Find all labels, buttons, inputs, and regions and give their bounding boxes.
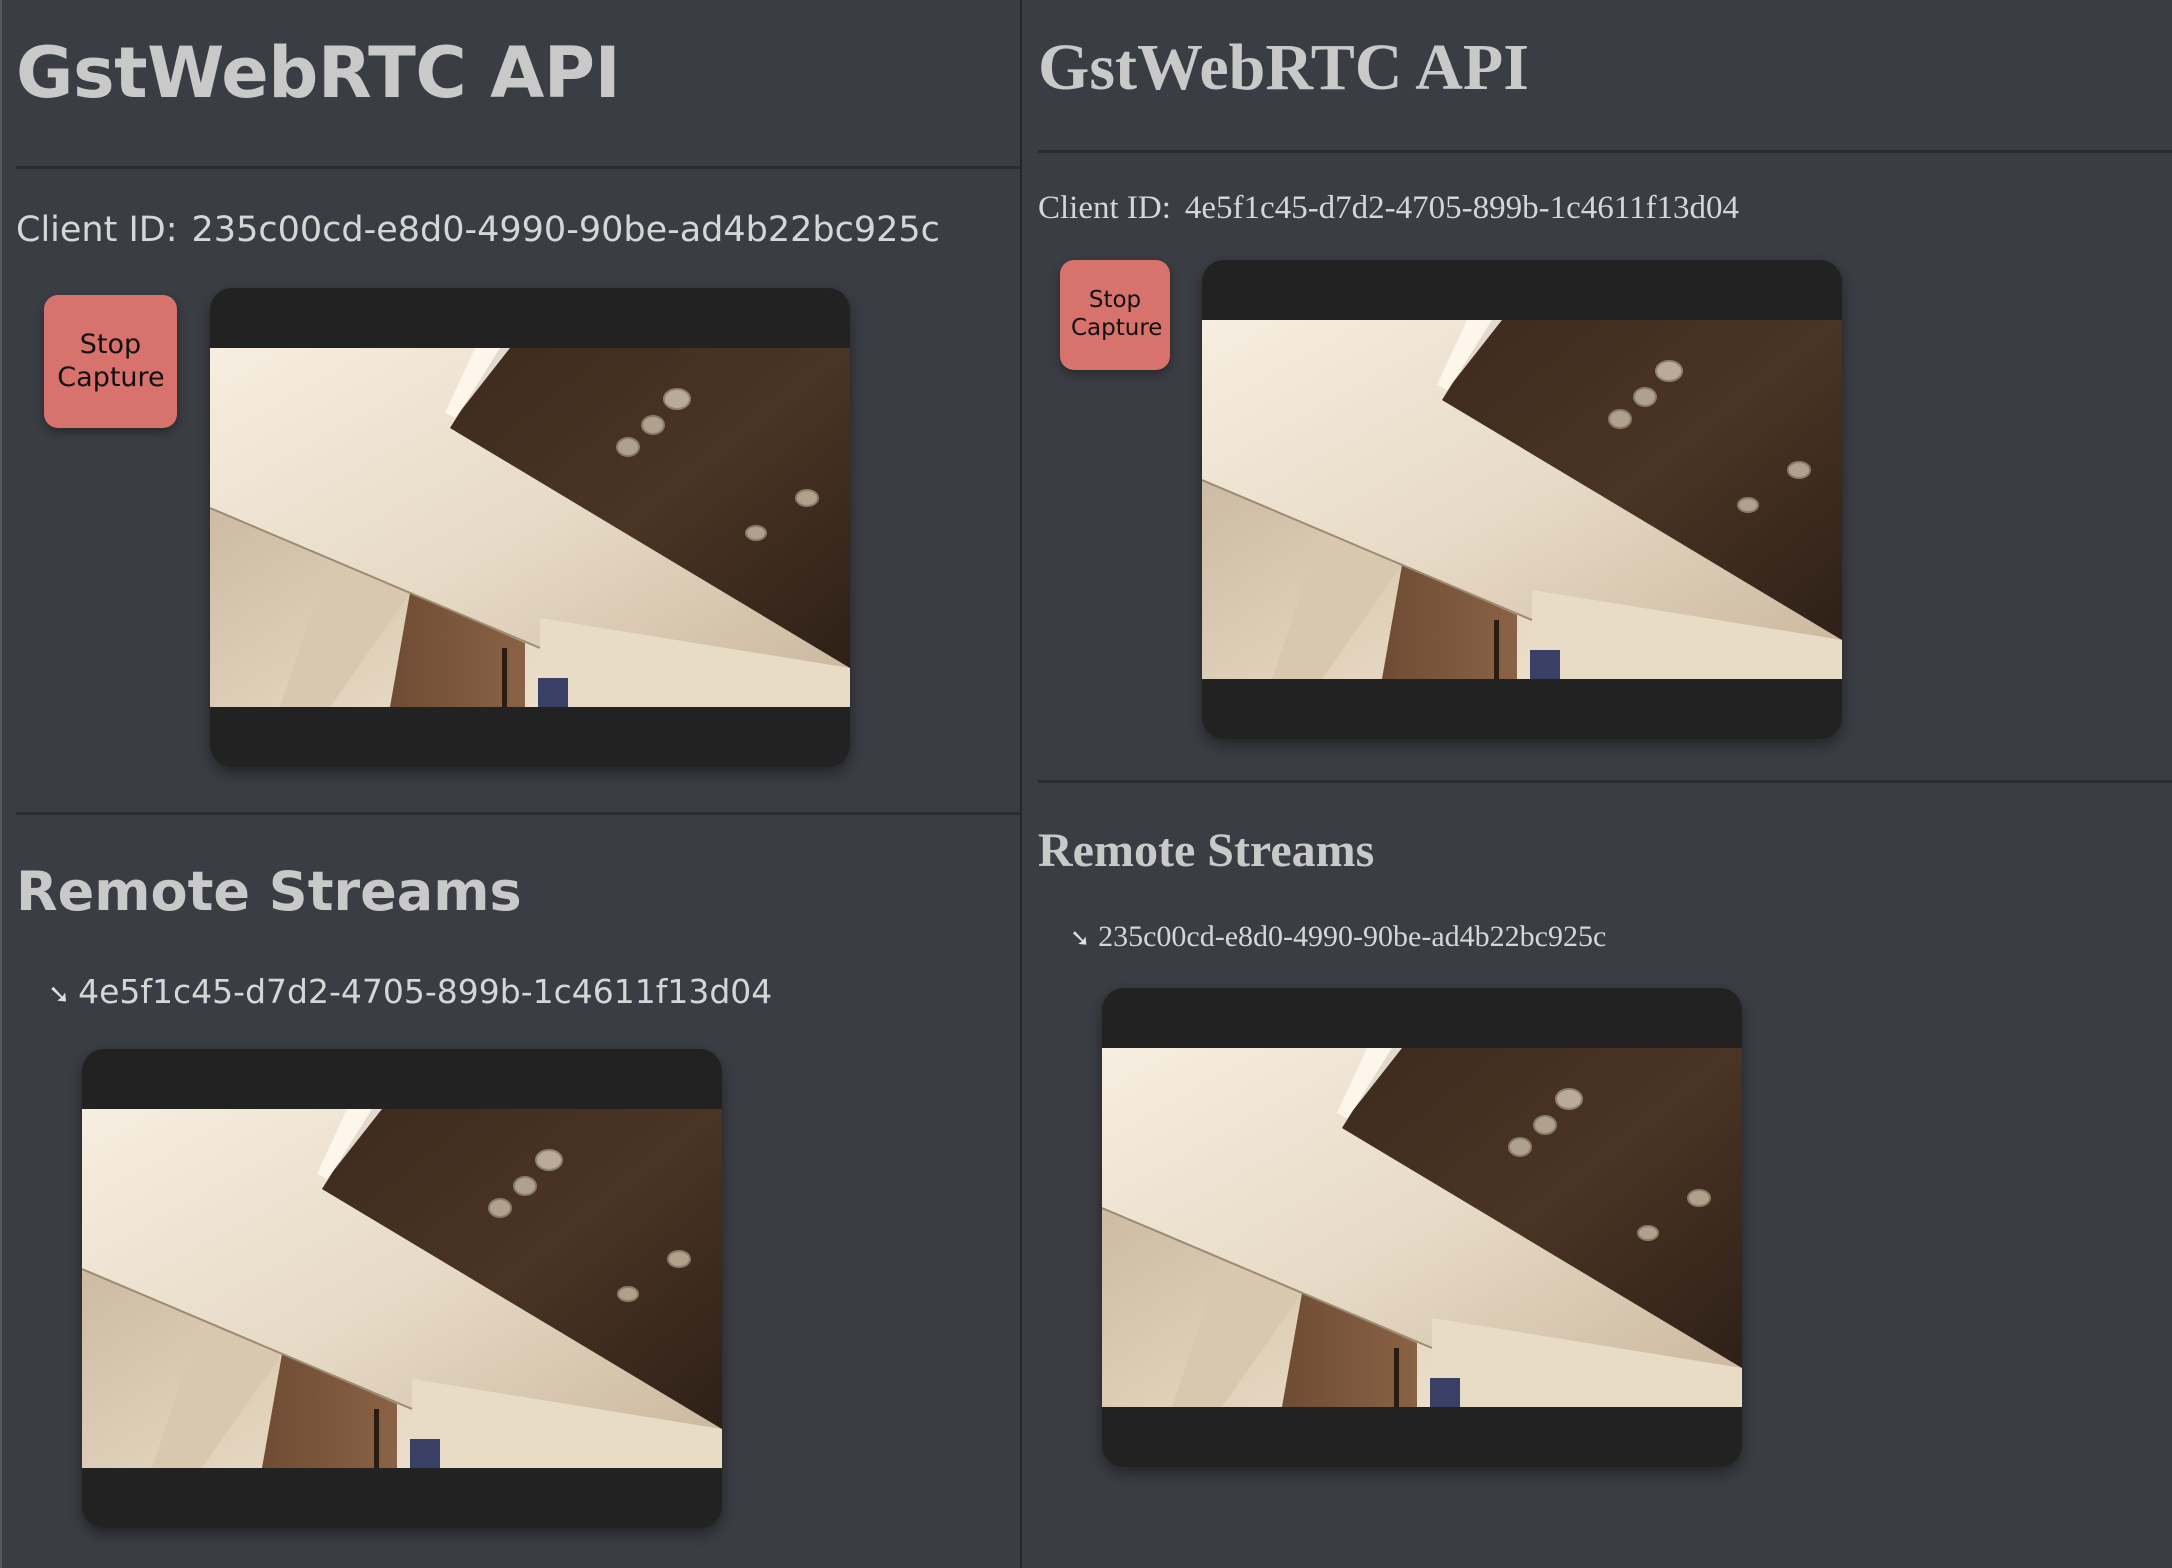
screen: GstWebRTC API Client ID: 235c00cd-e8d0-49… [0, 0, 2172, 1568]
remote-streams-heading: Remote Streams [1038, 824, 1375, 877]
title-divider [16, 166, 1020, 169]
client-id-line: Client ID: 235c00cd-e8d0-4990-90be-ad4b22… [16, 210, 940, 250]
client-id-value: 4e5f1c45-d7d2-4705-899b-1c4611f13d04 [1184, 190, 1740, 226]
client-id-line: Client ID: 4e5f1c45-d7d2-4705-899b-1c4611… [1038, 190, 1739, 227]
client-id-label: Client ID: [16, 210, 178, 250]
remote-video-frame [82, 1109, 722, 1468]
arrow-down-right-icon: ➘ [48, 979, 71, 1010]
arrow-down-right-icon: ➘ [1070, 926, 1091, 952]
stop-capture-label: Stop Capture [1071, 287, 1163, 341]
local-video-frame [210, 348, 850, 707]
local-video-frame [1202, 320, 1842, 679]
title-divider [1038, 150, 2172, 153]
right-browser-pane: GstWebRTC API Client ID: 4e5f1c45-d7d2-47… [1022, 0, 2172, 1568]
stop-capture-button[interactable]: Stop Capture [1060, 260, 1170, 370]
left-browser-pane: GstWebRTC API Client ID: 235c00cd-e8d0-49… [0, 0, 1020, 1568]
remote-peer-id: 4e5f1c45-d7d2-4705-899b-1c4611f13d04 [78, 972, 773, 1011]
remote-video-frame [1102, 1048, 1742, 1407]
remote-peer-id: 235c00cd-e8d0-4990-90be-ad4b22bc925c [1098, 920, 1607, 953]
remote-video[interactable] [1102, 988, 1742, 1467]
section-divider [16, 812, 1020, 815]
page-title: GstWebRTC API [1038, 31, 1529, 104]
stop-capture-label: Stop Capture [57, 329, 165, 393]
remote-video[interactable] [82, 1049, 722, 1528]
client-id-label: Client ID: [1038, 190, 1171, 226]
remote-streams-heading: Remote Streams [16, 860, 522, 923]
remote-peer-line: ➘ 4e5f1c45-d7d2-4705-899b-1c4611f13d04 [48, 972, 772, 1011]
page-title: GstWebRTC API [16, 32, 621, 114]
local-video[interactable] [210, 288, 850, 767]
stop-capture-button[interactable]: Stop Capture [44, 295, 177, 428]
remote-peer-line: ➘ 235c00cd-e8d0-4990-90be-ad4b22bc925c [1070, 920, 1606, 954]
section-divider [1038, 780, 2172, 783]
local-video[interactable] [1202, 260, 1842, 739]
client-id-value: 235c00cd-e8d0-4990-90be-ad4b22bc925c [191, 210, 940, 250]
